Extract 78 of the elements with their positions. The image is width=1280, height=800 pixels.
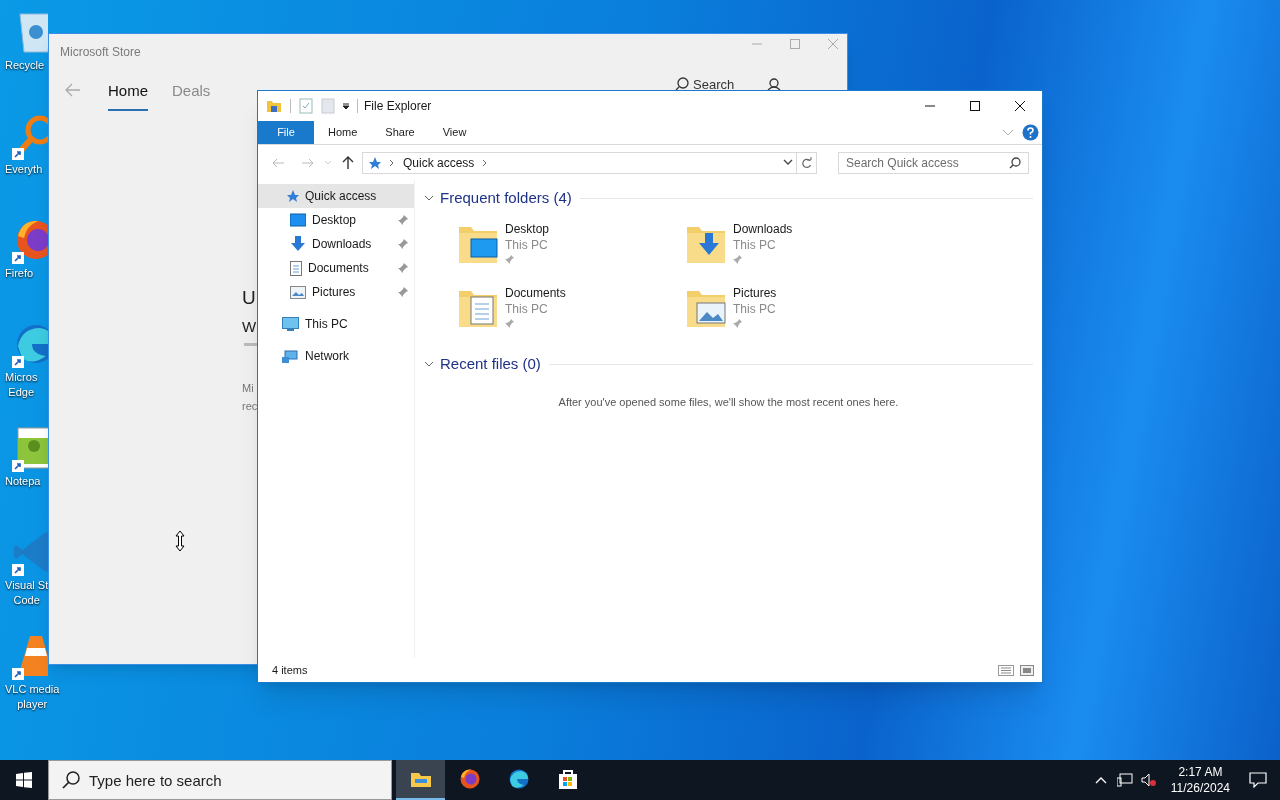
download-arrow-icon <box>290 236 306 252</box>
close-icon <box>1014 101 1025 111</box>
folder-tile[interactable]: Downloads This PC <box>685 221 885 273</box>
taskbar-app[interactable] <box>396 760 445 800</box>
folder-tile[interactable]: Desktop This PC <box>457 221 657 273</box>
search-label[interactable]: Search <box>693 77 735 91</box>
dropdown-icon[interactable] <box>341 101 351 111</box>
icon-label: Notepa <box>5 474 41 489</box>
icon-label: Micros <box>5 370 38 385</box>
window-title: Microsoft Store <box>60 44 141 61</box>
search-icon <box>1009 156 1021 169</box>
taskbar-search-field[interactable]: Type here to search <box>48 760 392 800</box>
folder-icon[interactable] <box>266 99 282 113</box>
clock[interactable]: 2:17 AM 11/26/2024 <box>1164 764 1236 796</box>
ribbon-tab[interactable]: View <box>428 121 481 144</box>
monitor-icon <box>282 316 299 332</box>
icon-label: Code <box>13 593 40 608</box>
folder-location: This PC <box>733 237 777 253</box>
folder-location: This PC <box>505 301 549 317</box>
nav-item[interactable]: Pictures <box>258 280 414 304</box>
icon-label: Recycle <box>5 58 45 73</box>
icon-label: player <box>17 697 48 712</box>
maximize-icon <box>969 101 980 111</box>
chevron-down-icon[interactable] <box>783 159 793 166</box>
section-header[interactable]: Recent files (0) <box>424 352 541 376</box>
section-header[interactable]: Frequent folders (4) <box>424 186 572 210</box>
star-icon <box>367 155 381 170</box>
nav-item[interactable]: Network <box>258 344 414 368</box>
person-icon[interactable] <box>767 78 781 90</box>
refresh-button[interactable] <box>797 151 817 174</box>
search-field[interactable]: Search Quick access <box>838 151 1029 174</box>
icon-label: Visual St <box>5 578 49 593</box>
nav-item[interactable]: Desktop <box>258 208 414 232</box>
search-icon[interactable] <box>675 77 689 91</box>
text-fragment: rec <box>242 399 258 414</box>
windows-logo-icon <box>16 772 32 788</box>
icon-label: Edge <box>8 385 35 400</box>
text-fragment: U <box>242 290 256 306</box>
folder-location: This PC <box>733 301 777 317</box>
folder-tile[interactable]: Documents This PC <box>457 285 657 337</box>
nav-item[interactable]: This PC <box>258 312 414 336</box>
ribbon-tab[interactable]: Home <box>314 121 372 144</box>
item-count: 4 items <box>272 662 308 678</box>
details-view-icon[interactable] <box>998 664 1014 676</box>
icon-label: Everyth <box>5 162 43 177</box>
network-icon <box>282 348 299 364</box>
folder-location: This PC <box>505 237 549 253</box>
empty-message: After you've opened some files, we'll show the most recent ones here. <box>558 395 899 410</box>
icon-label: Firefo <box>5 266 34 281</box>
nav-item[interactable]: Downloads <box>258 232 414 256</box>
refresh-icon <box>801 156 812 169</box>
network-icon[interactable] <box>1116 773 1133 787</box>
text-fragment: Mi <box>242 381 254 396</box>
nav-tab[interactable]: Home <box>108 80 148 111</box>
speech-bubble-icon <box>1249 772 1267 788</box>
text-fragment: W <box>242 319 257 335</box>
nav-item[interactable]: Quick access <box>258 184 414 208</box>
monitor-icon <box>290 213 306 227</box>
picture-icon <box>290 285 306 299</box>
nav-item[interactable]: Documents <box>258 256 414 280</box>
chevron-right-icon <box>389 158 395 167</box>
search-icon <box>62 771 80 789</box>
help-icon[interactable] <box>1022 124 1039 141</box>
large-icons-view-icon[interactable] <box>1020 664 1034 676</box>
star-icon <box>285 189 299 203</box>
chevron-up-icon[interactable] <box>1094 776 1107 784</box>
icon-label: VLC media <box>5 682 60 697</box>
document-icon <box>290 260 302 276</box>
folder-tile[interactable]: Pictures This PC <box>685 285 885 337</box>
address-bar[interactable]: Quick access <box>362 151 797 174</box>
breadcrumb[interactable]: Quick access <box>403 153 475 172</box>
muted-speaker-icon[interactable] <box>1140 773 1157 787</box>
window-title: File Explorer <box>364 98 432 115</box>
progress-track <box>244 343 258 346</box>
chevron-right-icon <box>482 158 489 167</box>
resize-cursor-icon <box>175 530 185 552</box>
up-arrow-icon[interactable] <box>342 156 354 169</box>
ribbon-tab[interactable]: Share <box>371 121 429 144</box>
